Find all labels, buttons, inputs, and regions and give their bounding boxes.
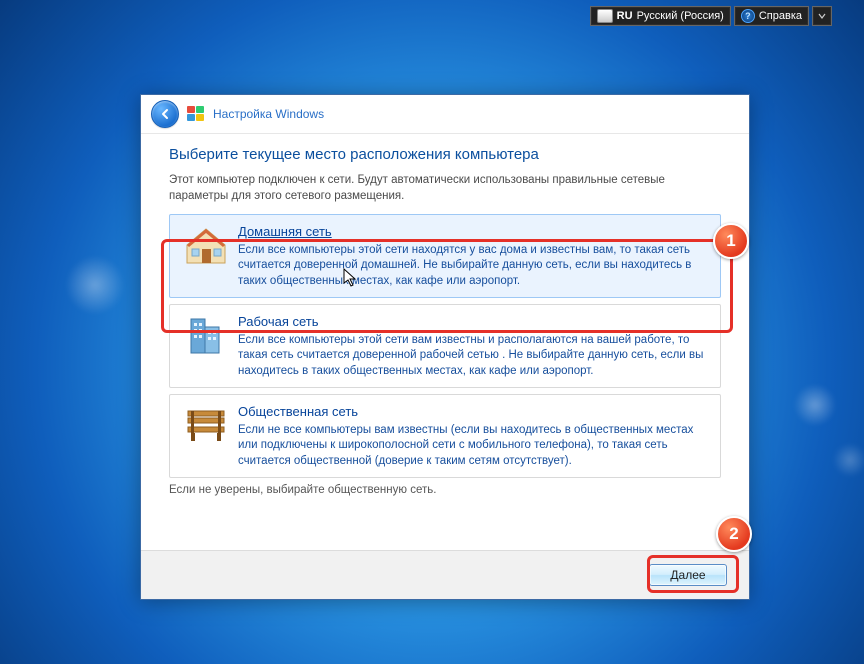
menu-dropdown[interactable] — [812, 6, 832, 26]
option-title: Домашняя сеть — [238, 223, 710, 241]
keyboard-icon — [597, 9, 613, 23]
language-name: Русский (Россия) — [637, 10, 724, 22]
help-button[interactable]: ? Справка — [734, 6, 809, 26]
arrow-left-icon — [158, 107, 172, 121]
option-public-network[interactable]: Общественная сеть Если не все компьютеры… — [169, 394, 721, 478]
windows-flag-icon — [187, 106, 205, 122]
window-body: Выберите текущее место расположения комп… — [141, 134, 749, 550]
system-topbar: RU Русский (Россия) ? Справка — [590, 6, 832, 26]
next-button[interactable]: Далее — [649, 564, 727, 586]
help-label: Справка — [759, 10, 802, 22]
background-glow — [790, 380, 840, 430]
language-selector[interactable]: RU Русский (Россия) — [590, 6, 731, 26]
option-work-network[interactable]: Рабочая сеть Если все компьютеры этой се… — [169, 304, 721, 388]
network-options: Домашняя сеть Если все компьютеры этой с… — [169, 214, 721, 478]
window-title: Настройка Windows — [213, 107, 324, 121]
option-description: Если все компьютеры этой сети находятся … — [238, 243, 710, 290]
back-button[interactable] — [151, 100, 179, 128]
option-title: Общественная сеть — [238, 403, 710, 421]
window-header: Настройка Windows — [141, 95, 749, 134]
option-description: Если не все компьютеры вам известны (есл… — [238, 423, 710, 470]
bench-icon — [182, 403, 230, 443]
desktop-background: RU Русский (Россия) ? Справка Настройка … — [0, 0, 864, 664]
background-glow — [60, 250, 130, 320]
office-icon — [183, 313, 229, 359]
chevron-down-icon — [818, 12, 826, 20]
intro-text: Этот компьютер подключен к сети. Будут а… — [169, 173, 721, 204]
background-glow — [830, 440, 864, 480]
option-home-network[interactable]: Домашняя сеть Если все компьютеры этой с… — [169, 214, 721, 298]
window-footer: Далее — [141, 550, 749, 599]
language-code: RU — [617, 10, 633, 22]
page-title: Выберите текущее место расположения комп… — [169, 146, 721, 163]
hint-text: Если не уверены, выбирайте общественную … — [169, 484, 721, 496]
setup-window: Настройка Windows Выберите текущее место… — [140, 94, 750, 600]
option-description: Если все компьютеры этой сети вам извест… — [238, 333, 710, 380]
house-icon — [183, 223, 229, 267]
option-title: Рабочая сеть — [238, 313, 710, 331]
help-icon: ? — [741, 9, 755, 23]
